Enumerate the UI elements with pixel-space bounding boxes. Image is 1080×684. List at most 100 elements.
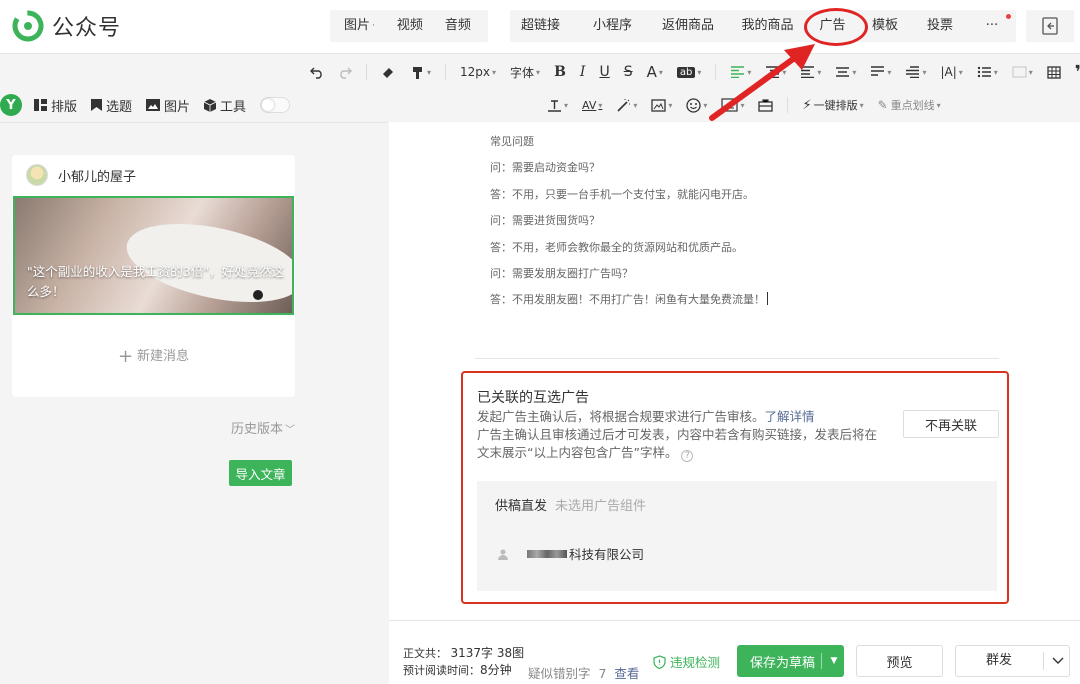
annotation-arrow-icon [709, 44, 815, 121]
app-logo: 公众号 [12, 10, 121, 42]
ad-type-hint: 未选用广告组件 [555, 499, 647, 514]
text-cursor [767, 292, 768, 306]
publish-button[interactable]: 群发 [955, 645, 1070, 677]
ad-panel-description: 发起广告主确认后，将根据合规要求进行广告审核。了解详情 广告主确认且审核通过后才… [477, 409, 878, 462]
account-name: 小郁儿的屋子 [58, 169, 137, 185]
paragraph-spacing-icon[interactable]: ▾ [870, 66, 891, 78]
insert-video-button[interactable]: 视频 [389, 10, 431, 42]
nav-images[interactable]: 图片 [146, 96, 190, 115]
background-color-icon[interactable]: ab ▾ [676, 66, 701, 78]
article-card: 小郁儿的屋子 "这个副业的收入是我工资的3倍"，好处竟然这么多！ + 新建消息 [12, 155, 295, 397]
ad-detail-box: 供稿直发 未选用广告组件 科技有限公司 [477, 481, 997, 591]
undo-icon[interactable] [310, 65, 324, 79]
content-line: 答：不用，只要一台手机一个支付宝，就能闪电开店。 [490, 187, 754, 201]
text-indent-icon[interactable]: ▾ [905, 66, 926, 78]
cover-title: "这个副业的收入是我工资的3倍"，好处竟然这么多！ [27, 264, 284, 299]
nav-layout[interactable]: 排版 [34, 96, 77, 115]
article-list-panel: 小郁儿的屋子 "这个副业的收入是我工资的3倍"，好处竟然这么多！ + 新建消息 历… [0, 122, 388, 684]
divider-line-icon[interactable]: ▾ [547, 99, 568, 112]
insert-miniprogram-button[interactable]: 小程序 [577, 10, 648, 42]
key-underline-button[interactable]: ✎ 重点划线 ▾ [878, 97, 941, 113]
linked-ad-panel: 已关联的互选广告 发起广告主确认后，将根据合规要求进行广告审核。了解详情 广告主… [461, 371, 1009, 604]
insert-image-button[interactable]: 图片 · [330, 10, 389, 42]
font-family-select[interactable]: 字体 ▾ [510, 64, 540, 81]
save-draft-button[interactable]: 保存为草稿 ▼ [737, 645, 844, 677]
account-avatar [26, 164, 48, 186]
typo-count: 7 [598, 666, 607, 681]
nav-tools[interactable]: 工具 [204, 96, 246, 115]
plugin-logo-icon: Y [0, 94, 22, 116]
bottom-action-bar: 正文共： 3137字 38图 预计阅读时间：8分钟 疑似错别字 7 查看 违规检测… [389, 620, 1080, 684]
article-body[interactable]: 常见问题 问：需要启动资金吗？ 答：不用，只要一台手机一个支付宝，就能闪电开店。… [490, 134, 768, 319]
more-button[interactable]: ··· [968, 10, 1016, 42]
wechat-official-logo-icon [12, 10, 44, 42]
view-typos-link[interactable]: 查看 [614, 666, 639, 681]
quote-icon[interactable]: ❞ [1075, 62, 1080, 83]
media-insert-group: 图片 · 视频 音频 [330, 10, 488, 42]
letter-spacing-icon[interactable]: |A| ▾ [940, 65, 962, 79]
content-line: 常见问题 [490, 135, 534, 148]
editor-area[interactable]: 常见问题 问：需要启动资金吗？ 答：不用，只要一台手机一个支付宝，就能闪电开店。… [389, 122, 1080, 620]
strikethrough-icon[interactable]: S [624, 64, 633, 80]
content-line: 问：需要启动资金吗？ [490, 161, 600, 175]
user-icon [498, 549, 508, 560]
format-toolbar-row-1: ▾ 12px ▾ 字体 ▾ B I U S A ▾ ab ▾ ▾ ▾ ▾ ▾ ▾ ▾ |… [310, 62, 1080, 83]
ad-type-label: 供稿直发 [495, 499, 548, 514]
content-line: 答：不用，老师会教你最全的货源网站和优质产品。 [490, 240, 743, 254]
layout-icon [34, 99, 47, 111]
line-height-icon[interactable]: ▾ [835, 66, 856, 78]
bookmark-icon [91, 99, 103, 111]
advertiser-row: 科技有限公司 [497, 544, 644, 563]
article-stats: 正文共： 3137字 38图 预计阅读时间：8分钟 [403, 646, 525, 677]
content-line: 问：需要进货囤货吗？ [490, 214, 600, 228]
toggle-sidebar-button[interactable] [1026, 10, 1074, 42]
magic-wand-icon[interactable]: ▾ [616, 98, 637, 112]
content-line: 问：需要发朋友圈打广告吗？ [490, 266, 633, 280]
chevron-down-icon[interactable] [1048, 646, 1068, 676]
border-icon[interactable]: ▾ [1012, 66, 1033, 78]
typo-check: 疑似错别字 7 查看 [528, 666, 640, 681]
format-painter-icon[interactable]: ▾ [410, 65, 431, 80]
underline-icon[interactable]: U [599, 64, 609, 80]
clear-format-icon[interactable] [381, 65, 396, 80]
content-line: 答：不用发朋友圈！不用打广告！闲鱼有大量免费流量！ [490, 292, 768, 318]
insert-link-button[interactable]: 超链接 [510, 10, 577, 42]
char-spacing-icon[interactable]: AV ▾ [582, 99, 602, 112]
import-article-button[interactable]: 导入文章 [229, 460, 292, 486]
learn-more-link[interactable]: 了解详情 [765, 409, 815, 424]
redacted-text [527, 549, 567, 558]
cube-icon [204, 98, 217, 112]
ad-panel-title: 已关联的互选广告 [477, 390, 589, 406]
insert-vote-button[interactable]: 投票 [912, 10, 968, 42]
nav-topics[interactable]: 选题 [91, 96, 132, 115]
plus-icon: + [117, 346, 134, 367]
italic-icon[interactable]: I [580, 64, 586, 80]
advertiser-name: 科技有限公司 [569, 547, 645, 562]
plugin-toggle-switch[interactable] [260, 97, 291, 113]
word-count: 3137字 38图 [450, 646, 525, 660]
app-name: 公众号 [52, 16, 122, 41]
read-time: 8分钟 [480, 663, 512, 677]
content-divider [475, 358, 999, 359]
left-tools-nav: Y 排版 选题 图片 工具 [0, 92, 291, 118]
font-color-icon[interactable]: A ▾ [647, 63, 663, 81]
shield-icon [653, 654, 666, 669]
preview-button[interactable]: 预览 [856, 645, 943, 677]
notification-dot [1006, 14, 1011, 19]
font-size-select[interactable]: 12px ▾ [460, 65, 496, 79]
unlink-ad-button[interactable]: 不再关联 [903, 410, 999, 438]
image-insert-icon[interactable]: ▾ [651, 98, 672, 112]
article-cover[interactable]: "这个副业的收入是我工资的3倍"，好处竟然这么多！ [13, 196, 294, 315]
new-message-button[interactable]: + 新建消息 [12, 345, 295, 367]
save-options-dropdown-icon[interactable]: ▼ [826, 645, 842, 677]
insert-audio-button[interactable]: 音频 [431, 10, 485, 42]
help-icon[interactable]: ? [681, 450, 694, 462]
violation-check-button[interactable]: 违规检测 [653, 652, 720, 671]
table-icon[interactable] [1047, 65, 1061, 79]
history-versions-link[interactable]: 历史版本 ﹀ [231, 418, 295, 437]
chevron-down-icon: ﹀ [285, 425, 296, 436]
sidebar-toggle-icon [1042, 17, 1058, 35]
redo-icon[interactable] [338, 65, 352, 79]
bold-icon[interactable]: B [554, 64, 566, 80]
bullet-list-icon[interactable]: ▾ [977, 66, 998, 78]
